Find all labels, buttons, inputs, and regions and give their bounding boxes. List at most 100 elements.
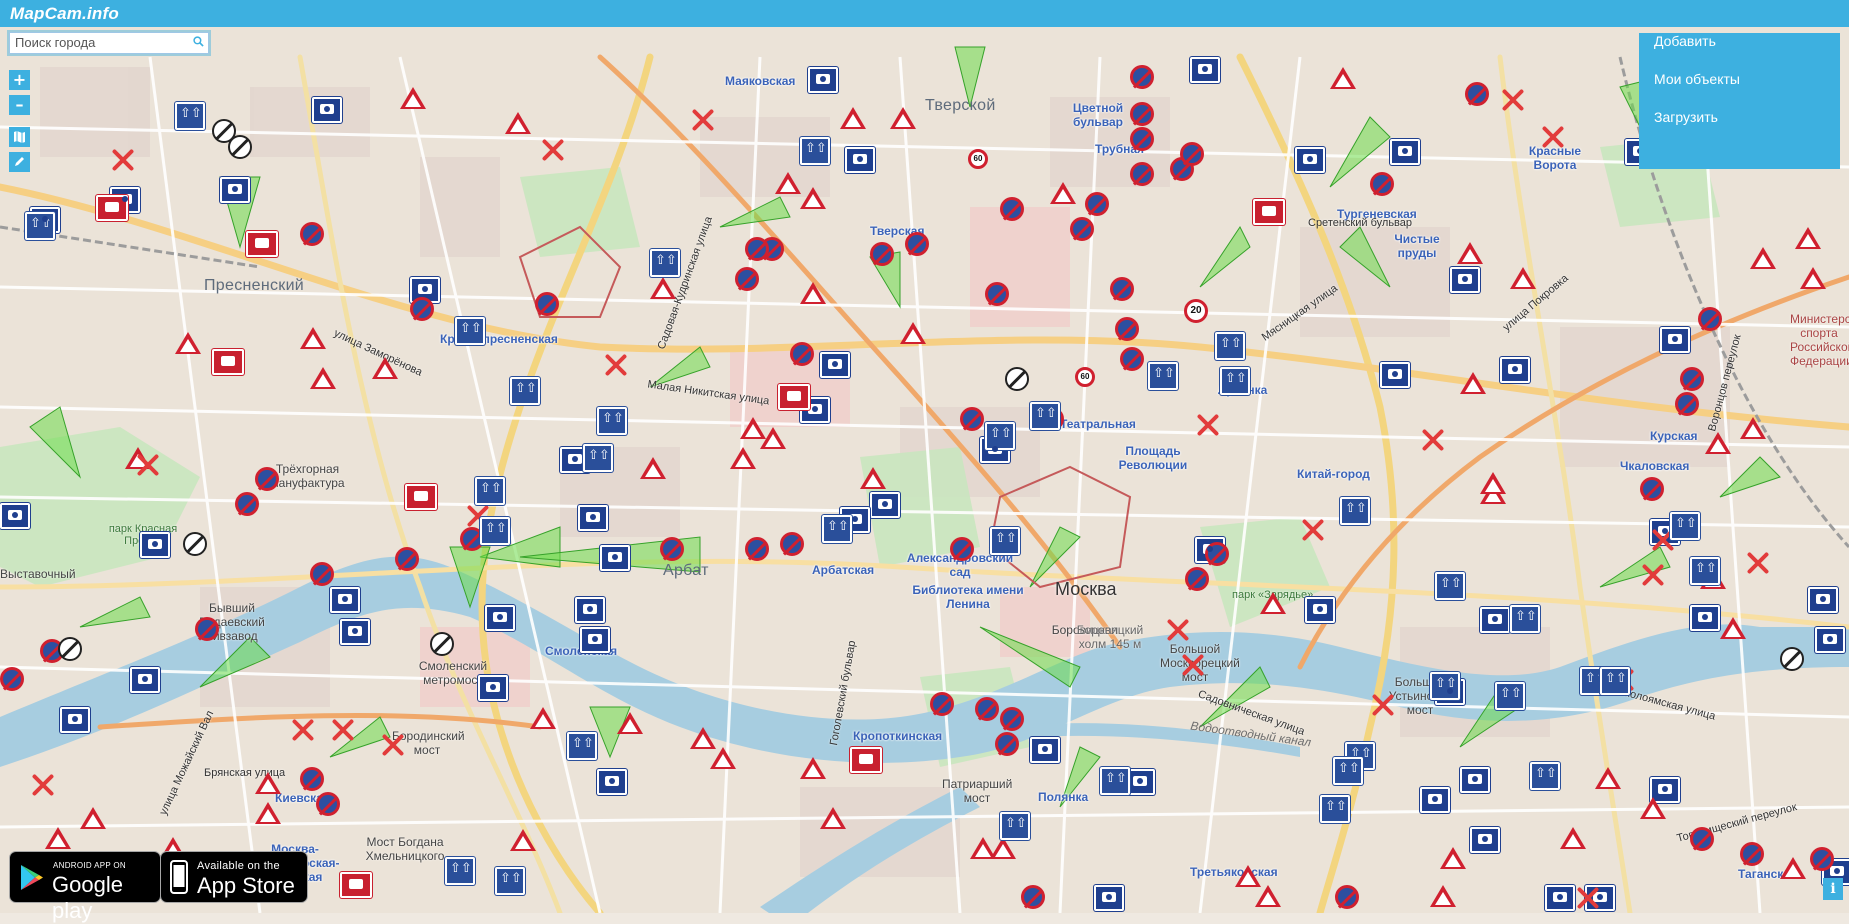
camera-marker[interactable]: [1815, 627, 1845, 653]
warning-marker[interactable]: [690, 727, 716, 749]
warning-marker[interactable]: [800, 757, 826, 779]
no-parking-marker[interactable]: [1640, 477, 1664, 501]
camera-marker[interactable]: [820, 352, 850, 378]
no-parking-marker[interactable]: [1000, 197, 1024, 221]
lane-camera-marker[interactable]: [1148, 362, 1178, 390]
warning-marker[interactable]: [1510, 267, 1536, 289]
map-layers-button[interactable]: [9, 127, 30, 147]
removed-marker[interactable]: [1640, 562, 1666, 588]
lane-camera-marker[interactable]: [1220, 367, 1250, 395]
no-parking-marker[interactable]: [395, 547, 419, 571]
no-parking-marker[interactable]: [985, 282, 1009, 306]
no-parking-marker[interactable]: [1120, 347, 1144, 371]
warning-marker[interactable]: [1330, 67, 1356, 89]
warning-marker[interactable]: [80, 807, 106, 829]
red-camera-marker[interactable]: [850, 747, 882, 773]
warning-marker[interactable]: [800, 187, 826, 209]
no-parking-marker[interactable]: [975, 697, 999, 721]
warning-marker[interactable]: [640, 457, 666, 479]
warning-marker[interactable]: [1705, 432, 1731, 454]
no-parking-marker[interactable]: [1115, 317, 1139, 341]
camera-marker[interactable]: [1500, 357, 1530, 383]
removed-marker[interactable]: [330, 717, 356, 743]
removed-marker[interactable]: [1500, 87, 1526, 113]
warning-marker[interactable]: [800, 282, 826, 304]
no-parking-marker[interactable]: [995, 732, 1019, 756]
warning-marker[interactable]: [1780, 857, 1806, 879]
no-parking-marker[interactable]: [1000, 707, 1024, 731]
lane-camera-marker[interactable]: [1320, 795, 1350, 823]
google-play-badge[interactable]: ANDROID APP ON Google play: [9, 851, 161, 923]
no-parking-marker[interactable]: [1130, 102, 1154, 126]
removed-marker[interactable]: [1180, 652, 1206, 678]
red-camera-marker[interactable]: [246, 231, 278, 257]
removed-marker[interactable]: [540, 137, 566, 163]
warning-marker[interactable]: [710, 747, 736, 769]
lane-camera-marker[interactable]: [1670, 512, 1700, 540]
removed-marker[interactable]: [1745, 550, 1771, 576]
no-parking-marker[interactable]: [1021, 885, 1045, 909]
end-restriction-marker[interactable]: [1005, 367, 1029, 391]
lane-camera-marker[interactable]: [597, 407, 627, 435]
no-parking-marker[interactable]: [1698, 307, 1722, 331]
camera-marker[interactable]: [1305, 597, 1335, 623]
camera-marker[interactable]: [1450, 267, 1480, 293]
lane-camera-marker[interactable]: [650, 249, 680, 277]
no-parking-marker[interactable]: [660, 537, 684, 561]
no-parking-marker[interactable]: [1810, 847, 1834, 871]
lane-camera-marker[interactable]: [1215, 332, 1245, 360]
no-parking-marker[interactable]: [870, 242, 894, 266]
warning-marker[interactable]: [1740, 417, 1766, 439]
lane-camera-marker[interactable]: [990, 527, 1020, 555]
removed-marker[interactable]: [1195, 412, 1221, 438]
warning-marker[interactable]: [1457, 242, 1483, 264]
warning-marker[interactable]: [1640, 797, 1666, 819]
no-parking-marker[interactable]: [300, 767, 324, 791]
warning-marker[interactable]: [740, 417, 766, 439]
warning-marker[interactable]: [310, 367, 336, 389]
camera-marker[interactable]: [1390, 139, 1420, 165]
camera-marker[interactable]: [580, 627, 610, 653]
lane-camera-marker[interactable]: [1030, 402, 1060, 430]
removed-marker[interactable]: [110, 147, 136, 173]
zoom-out-button[interactable]: –: [9, 95, 30, 115]
removed-marker[interactable]: [603, 352, 629, 378]
lane-camera-marker[interactable]: [175, 102, 205, 130]
camera-marker[interactable]: [140, 532, 170, 558]
no-parking-marker[interactable]: [1335, 885, 1359, 909]
warning-marker[interactable]: [1800, 267, 1826, 289]
no-parking-marker[interactable]: [1070, 217, 1094, 241]
warning-marker[interactable]: [45, 827, 71, 849]
warning-marker[interactable]: [1440, 847, 1466, 869]
warning-marker[interactable]: [820, 807, 846, 829]
no-parking-marker[interactable]: [780, 532, 804, 556]
no-parking-marker[interactable]: [950, 537, 974, 561]
camera-marker[interactable]: [1295, 147, 1325, 173]
no-parking-marker[interactable]: [1085, 192, 1109, 216]
warning-marker[interactable]: [730, 447, 756, 469]
camera-marker[interactable]: [597, 769, 627, 795]
end-restriction-marker[interactable]: [1780, 647, 1804, 671]
camera-marker[interactable]: [340, 619, 370, 645]
camera-marker[interactable]: [575, 597, 605, 623]
removed-marker[interactable]: [690, 107, 716, 133]
warning-marker[interactable]: [175, 332, 201, 354]
lane-camera-marker[interactable]: [1430, 672, 1460, 700]
no-parking-marker[interactable]: [1180, 142, 1204, 166]
lane-camera-marker[interactable]: [25, 212, 55, 240]
lane-camera-marker[interactable]: [1000, 812, 1030, 840]
warning-marker[interactable]: [510, 829, 536, 851]
warning-marker[interactable]: [300, 327, 326, 349]
camera-marker[interactable]: [1470, 827, 1500, 853]
lane-camera-marker[interactable]: [800, 137, 830, 165]
warning-marker[interactable]: [1795, 227, 1821, 249]
warning-marker[interactable]: [1560, 827, 1586, 849]
end-restriction-marker[interactable]: [430, 632, 454, 656]
red-camera-marker[interactable]: [340, 872, 372, 898]
warning-marker[interactable]: [900, 322, 926, 344]
city-search-input[interactable]: [10, 33, 180, 51]
camera-marker[interactable]: [312, 97, 342, 123]
camera-marker[interactable]: [60, 707, 90, 733]
camera-marker[interactable]: [130, 667, 160, 693]
no-parking-marker[interactable]: [1465, 82, 1489, 106]
